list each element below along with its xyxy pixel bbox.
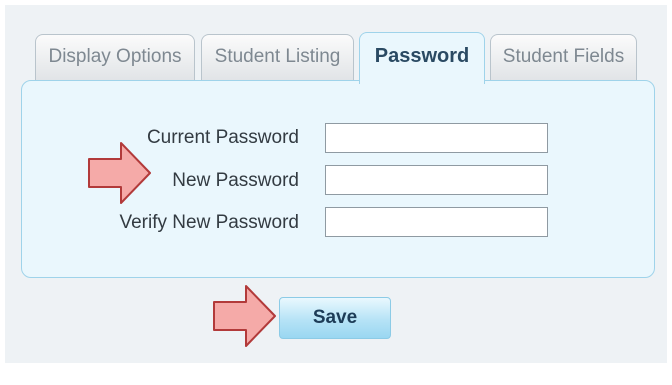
current-password-label: Current Password [146,127,299,148]
tab-password-label: Password [374,45,470,67]
verify-password-input[interactable] [325,207,548,237]
verify-password-label: Verify New Password [119,212,299,233]
tab-password[interactable]: Password [359,32,485,84]
right-arrow-icon [213,285,276,347]
tab-display-options-label: Display Options [48,46,182,67]
right-arrow-icon [88,142,151,204]
save-button[interactable]: Save [279,297,391,339]
tab-student-fields-label: Student Fields [502,46,625,67]
new-password-label: New Password [172,170,299,191]
tab-student-fields[interactable]: Student Fields [490,34,637,80]
tab-student-listing[interactable]: Student Listing [201,34,354,80]
new-password-input[interactable] [325,165,548,195]
tab-display-options[interactable]: Display Options [35,34,195,80]
current-password-input[interactable] [325,123,548,153]
tab-student-listing-label: Student Listing [214,46,341,67]
